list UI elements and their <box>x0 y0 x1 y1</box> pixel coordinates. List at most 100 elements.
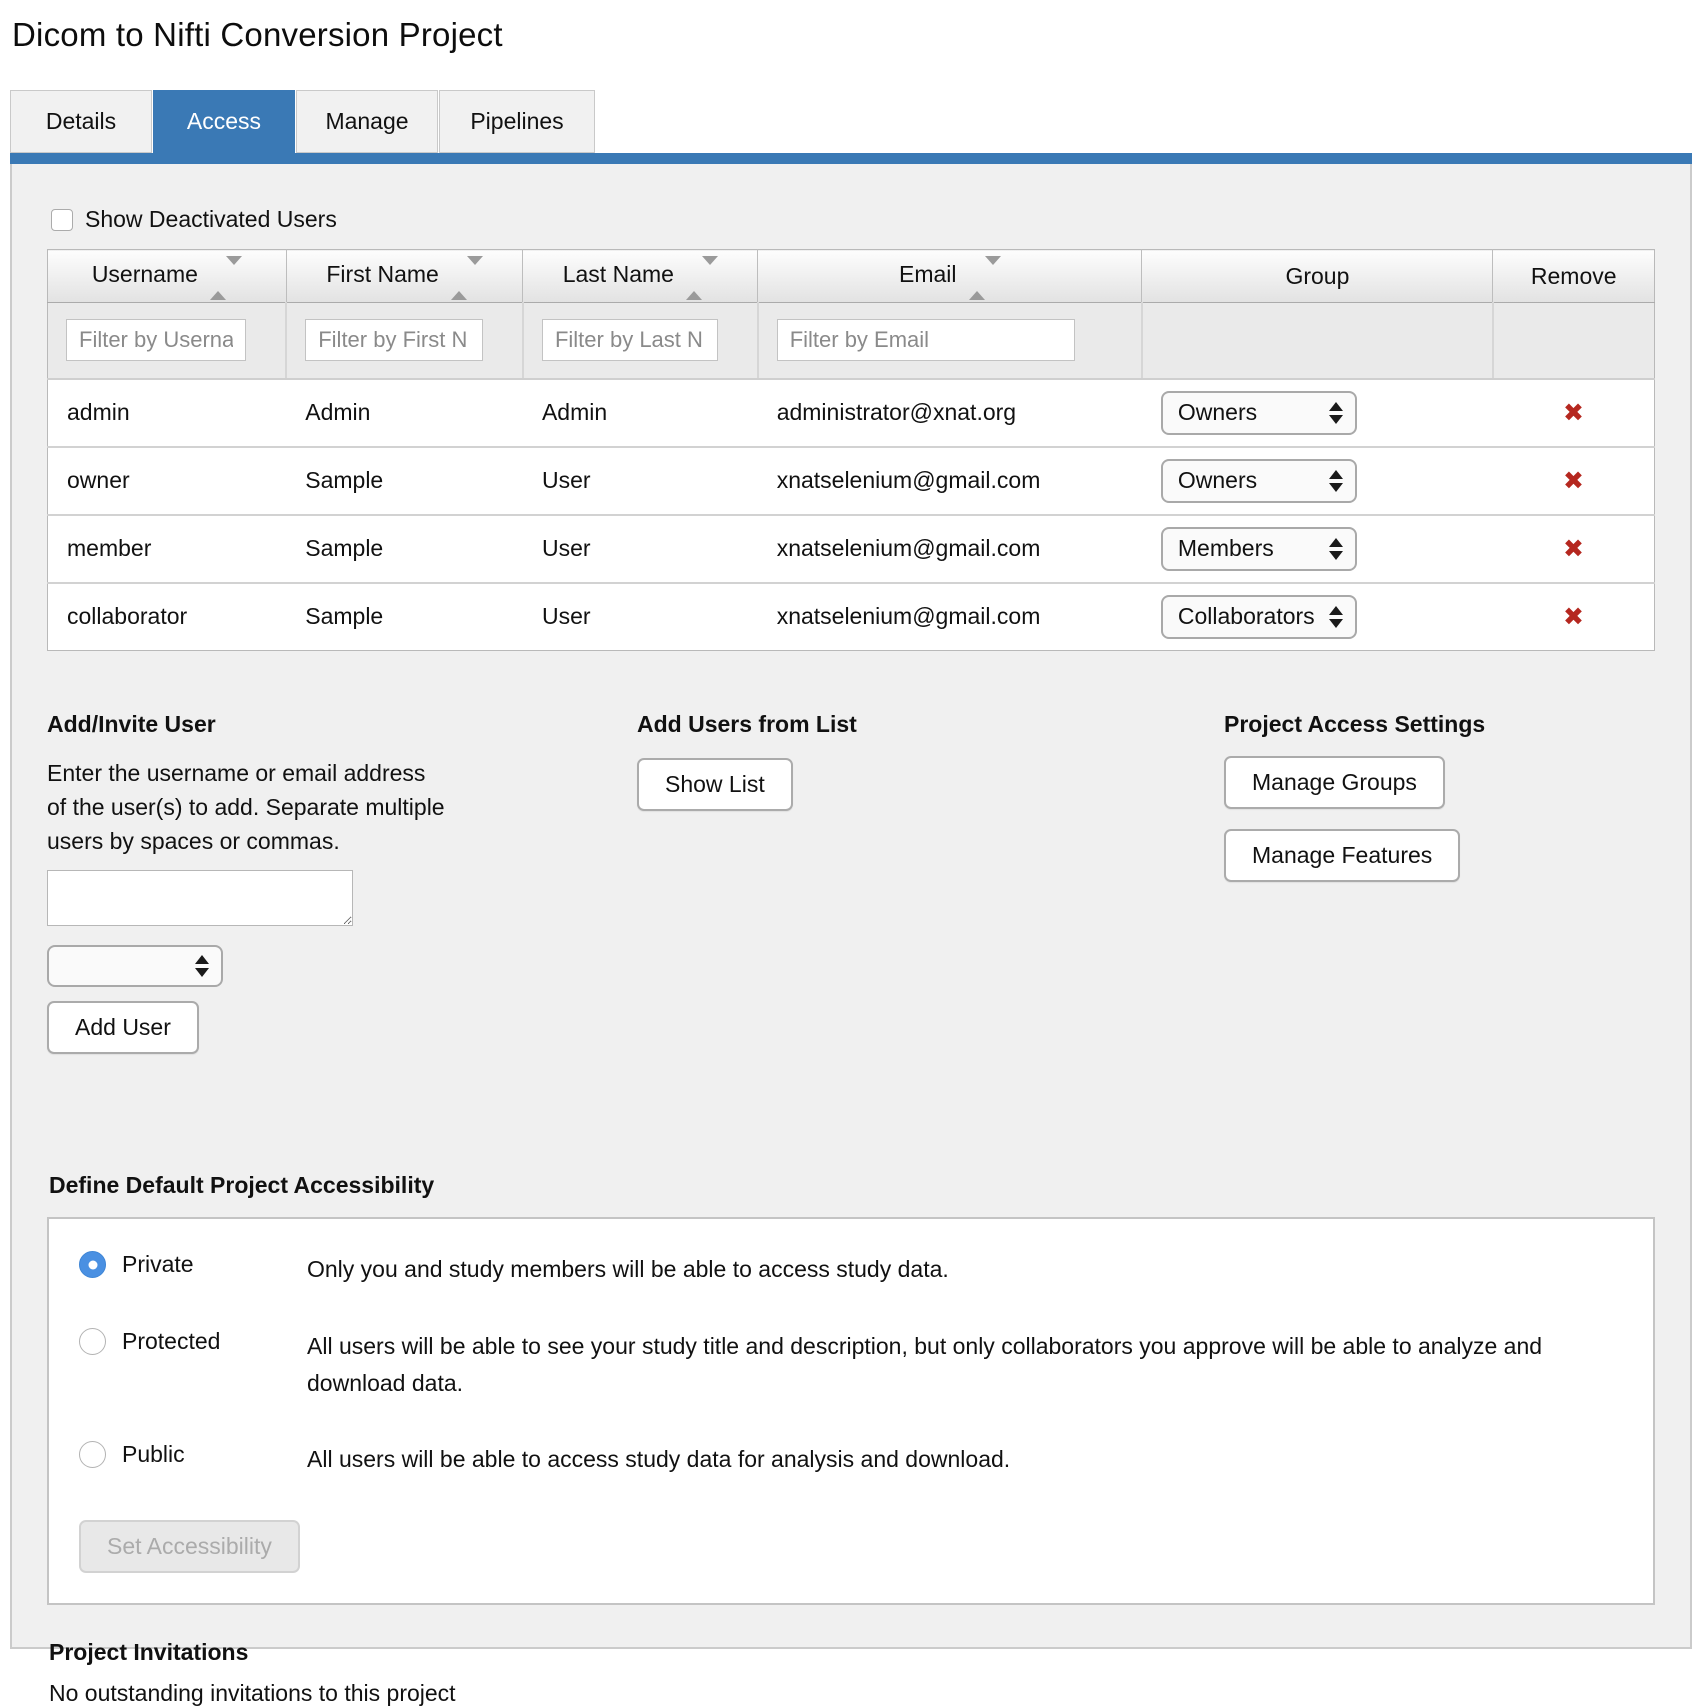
add-users-from-list-section: Add Users from List Show List <box>637 711 1224 1054</box>
table-header-row: Username First Name Last Name Email Grou… <box>48 250 1655 303</box>
group-select-value: Owners <box>1178 467 1257 494</box>
column-header-label: First Name <box>326 261 438 287</box>
tab-bar: Details Access Manage Pipelines <box>10 90 1692 153</box>
table-row: owner Sample User xnatselenium@gmail.com… <box>48 447 1655 515</box>
column-header-username[interactable]: Username <box>48 250 287 303</box>
show-deactivated-checkbox[interactable] <box>51 209 73 231</box>
email-cell: xnatselenium@gmail.com <box>758 515 1142 583</box>
last-name-cell: Admin <box>523 379 758 447</box>
select-arrows-icon <box>1329 470 1343 492</box>
group-select-value: Owners <box>1178 399 1257 426</box>
sort-icon <box>210 265 242 292</box>
sort-icon <box>451 265 483 292</box>
select-arrows-icon <box>1329 538 1343 560</box>
email-cell: administrator@xnat.org <box>758 379 1142 447</box>
remove-user-icon[interactable]: ✖ <box>1563 603 1584 631</box>
project-access-settings-heading: Project Access Settings <box>1224 711 1655 738</box>
group-select-value: Collaborators <box>1178 603 1315 630</box>
project-invitations-section: Project Invitations No outstanding invit… <box>49 1639 1655 1707</box>
public-radio[interactable] <box>79 1441 106 1468</box>
accessibility-box: Private Only you and study members will … <box>47 1217 1655 1605</box>
filter-row <box>48 303 1655 379</box>
tab-pipelines[interactable]: Pipelines <box>439 90 595 153</box>
username-cell: owner <box>48 447 287 515</box>
active-tab-underline <box>10 153 1692 164</box>
invite-group-select[interactable] <box>47 945 223 987</box>
table-row: collaborator Sample User xnatselenium@gm… <box>48 583 1655 651</box>
tab-details[interactable]: Details <box>10 90 152 153</box>
private-radio[interactable] <box>79 1251 106 1278</box>
column-header-email[interactable]: Email <box>758 250 1142 303</box>
column-header-group: Group <box>1142 250 1493 303</box>
last-name-cell: User <box>523 583 758 651</box>
access-panel: Show Deactivated Users Username First Na… <box>10 164 1692 1649</box>
column-header-first-name[interactable]: First Name <box>286 250 523 303</box>
column-header-label: Email <box>899 261 957 287</box>
manage-features-button[interactable]: Manage Features <box>1224 829 1460 882</box>
user-management-sections: Add/Invite User Enter the username or em… <box>47 711 1655 1054</box>
remove-user-icon[interactable]: ✖ <box>1563 399 1584 427</box>
filter-email-input[interactable] <box>777 319 1076 361</box>
remove-user-icon[interactable]: ✖ <box>1563 467 1584 495</box>
username-cell: collaborator <box>48 583 287 651</box>
remove-user-icon[interactable]: ✖ <box>1563 535 1584 563</box>
filter-last-name-input[interactable] <box>542 319 718 361</box>
filter-username-input[interactable] <box>66 319 246 361</box>
protected-label[interactable]: Protected <box>122 1324 307 1355</box>
column-header-label: Remove <box>1531 263 1617 289</box>
protected-radio[interactable] <box>79 1328 106 1355</box>
last-name-cell: User <box>523 515 758 583</box>
column-header-label: Last Name <box>563 261 674 287</box>
add-user-button[interactable]: Add User <box>47 1001 199 1054</box>
accessibility-option-protected: Protected All users will be able to see … <box>77 1324 1623 1402</box>
first-name-cell: Admin <box>286 379 523 447</box>
group-select[interactable]: Owners <box>1161 391 1357 435</box>
accessibility-heading: Define Default Project Accessibility <box>49 1172 1655 1199</box>
show-list-button[interactable]: Show List <box>637 758 793 811</box>
project-invitations-heading: Project Invitations <box>49 1639 1655 1666</box>
filter-first-name-input[interactable] <box>305 319 483 361</box>
column-header-label: Username <box>92 261 198 287</box>
add-users-from-list-heading: Add Users from List <box>637 711 1224 738</box>
tab-access[interactable]: Access <box>153 90 295 153</box>
manage-groups-button[interactable]: Manage Groups <box>1224 756 1445 809</box>
accessibility-option-private: Private Only you and study members will … <box>77 1247 1623 1288</box>
private-label[interactable]: Private <box>122 1247 307 1278</box>
set-accessibility-button[interactable]: Set Accessibility <box>79 1520 300 1573</box>
sort-icon <box>969 265 1001 292</box>
group-select[interactable]: Collaborators <box>1161 595 1357 639</box>
group-select[interactable]: Owners <box>1161 459 1357 503</box>
protected-description: All users will be able to see your study… <box>307 1324 1623 1402</box>
private-description: Only you and study members will be able … <box>307 1247 1623 1288</box>
table-row: admin Admin Admin administrator@xnat.org… <box>48 379 1655 447</box>
group-select-value: Members <box>1178 535 1274 562</box>
project-invitations-empty-text: No outstanding invitations to this proje… <box>49 1680 1655 1707</box>
project-access-settings-section: Project Access Settings Manage Groups Ma… <box>1224 711 1655 1054</box>
group-select[interactable]: Members <box>1161 527 1357 571</box>
select-arrows-icon <box>1329 402 1343 424</box>
tab-manage[interactable]: Manage <box>296 90 438 153</box>
add-user-input[interactable] <box>47 870 353 926</box>
page-title: Dicom to Nifti Conversion Project <box>0 0 1702 54</box>
select-arrows-icon <box>1329 606 1343 628</box>
username-cell: member <box>48 515 287 583</box>
add-invite-user-description: Enter the username or email address of t… <box>47 756 447 858</box>
first-name-cell: Sample <box>286 515 523 583</box>
first-name-cell: Sample <box>286 583 523 651</box>
sort-icon <box>686 265 718 292</box>
show-deactivated-row: Show Deactivated Users <box>51 206 1655 233</box>
email-cell: xnatselenium@gmail.com <box>758 583 1142 651</box>
email-cell: xnatselenium@gmail.com <box>758 447 1142 515</box>
last-name-cell: User <box>523 447 758 515</box>
username-cell: admin <box>48 379 287 447</box>
add-invite-user-section: Add/Invite User Enter the username or em… <box>47 711 637 1054</box>
users-table: Username First Name Last Name Email Grou… <box>47 249 1655 651</box>
public-description: All users will be able to access study d… <box>307 1437 1623 1478</box>
table-row: member Sample User xnatselenium@gmail.co… <box>48 515 1655 583</box>
first-name-cell: Sample <box>286 447 523 515</box>
accessibility-option-public: Public All users will be able to access … <box>77 1437 1623 1478</box>
column-header-remove: Remove <box>1493 250 1655 303</box>
public-label[interactable]: Public <box>122 1437 307 1468</box>
column-header-last-name[interactable]: Last Name <box>523 250 758 303</box>
select-arrows-icon <box>195 955 209 977</box>
